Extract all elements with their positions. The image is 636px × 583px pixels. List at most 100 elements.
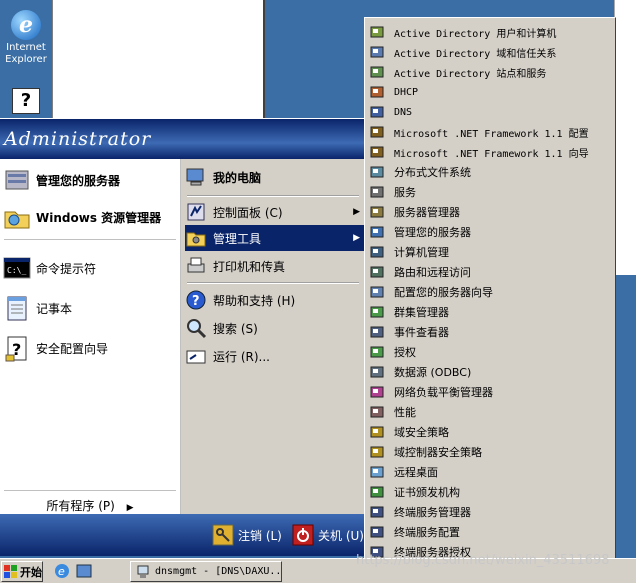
submenu-item-label: 数据源 (ODBC) xyxy=(394,366,472,379)
submenu-item-label: 远程桌面 xyxy=(394,466,438,479)
ie-quicklaunch-icon[interactable]: e xyxy=(54,563,70,579)
help-icon: ? xyxy=(186,290,206,310)
taskbar-button-dnsmgmt[interactable]: dnsmgmt - [DNS\DAXU... xyxy=(130,561,282,582)
submenu-item-label: Active Directory 域和信任关系 xyxy=(394,48,557,60)
background-strip xyxy=(614,290,636,560)
submenu-item[interactable]: DNS xyxy=(367,102,613,122)
background-pane xyxy=(614,0,636,275)
submenu-item-label: 计算机管理 xyxy=(394,246,449,259)
security-wizard-icon: ? xyxy=(5,336,27,362)
separator xyxy=(4,490,176,491)
start-item-explorer[interactable]: Windows 资源管理器 xyxy=(0,199,180,235)
start-item-cmd[interactable]: C:\_ 命令提示符 xyxy=(0,250,180,286)
start-item-my-computer[interactable]: 我的电脑 xyxy=(185,161,364,193)
submenu-item[interactable]: 数据源 (ODBC) xyxy=(367,362,613,382)
help-icon: ? xyxy=(12,88,40,114)
net-wizard-icon xyxy=(370,146,384,158)
dns-icon xyxy=(137,565,149,578)
ie-icon: e xyxy=(11,10,41,40)
submenu-item[interactable]: 远程桌面 xyxy=(367,462,613,482)
submenu-item[interactable]: 域控制器安全策略 xyxy=(367,442,613,462)
desktop-quicklaunch-icon[interactable] xyxy=(76,563,92,579)
submenu-item-label: 终端服务配置 xyxy=(394,526,460,539)
start-item-run[interactable]: 运行 (R)... xyxy=(185,343,364,369)
submenu-item-label: Microsoft .NET Framework 1.1 配置 xyxy=(394,128,589,140)
event-viewer-icon xyxy=(370,326,384,338)
admin-tools-icon xyxy=(186,232,206,247)
submenu-item[interactable]: Microsoft .NET Framework 1.1 向导 xyxy=(367,142,613,162)
submenu-item[interactable]: 域安全策略 xyxy=(367,422,613,442)
shutdown-button[interactable]: 关机 (U) xyxy=(292,520,364,550)
start-item-control-panel[interactable]: 控制面板 (C) ▶ xyxy=(185,199,364,225)
submenu-item[interactable]: 性能 xyxy=(367,402,613,422)
submenu-item[interactable]: 网络负载平衡管理器 xyxy=(367,382,613,402)
svg-text:?: ? xyxy=(192,294,200,309)
admin-tools-submenu: Active Directory 用户和计算机 Active Directory … xyxy=(364,17,616,583)
start-button[interactable]: 开始 xyxy=(1,561,43,582)
separator xyxy=(187,282,359,284)
submenu-item[interactable]: 服务 xyxy=(367,182,613,202)
submenu-item[interactable]: Active Directory 用户和计算机 xyxy=(367,22,613,42)
start-menu-footer: 注销 (L) 关机 (U) xyxy=(0,514,364,556)
submenu-item[interactable]: 证书颁发机构 xyxy=(367,482,613,502)
submenu-item-label: 证书颁发机构 xyxy=(394,486,460,499)
separator xyxy=(4,239,176,240)
start-item-security-wizard[interactable]: ? 安全配置向导 xyxy=(0,330,180,366)
start-item-label: 管理工具 xyxy=(213,231,262,246)
desktop-icon-internet-explorer[interactable]: e Internet Explorer xyxy=(0,4,52,66)
submenu-item[interactable]: 终端服务管理器 xyxy=(367,502,613,522)
submenu-item[interactable]: 配置您的服务器向导 xyxy=(367,282,613,302)
domain-security-icon xyxy=(370,426,384,438)
start-item-label: Windows 资源管理器 xyxy=(36,210,162,225)
arrow-right-icon: ▶ xyxy=(353,233,360,243)
start-item-label: 控制面板 (C) xyxy=(213,205,283,220)
manage-server-icon xyxy=(370,226,384,238)
logoff-button[interactable]: 注销 (L) xyxy=(212,520,282,550)
submenu-item[interactable]: 事件查看器 xyxy=(367,322,613,342)
submenu-item-label: Active Directory 用户和计算机 xyxy=(394,28,557,40)
submenu-item[interactable]: 服务器管理器 xyxy=(367,202,613,222)
background-window xyxy=(52,0,265,120)
power-icon xyxy=(292,524,314,546)
submenu-item[interactable]: Microsoft .NET Framework 1.1 配置 xyxy=(367,122,613,142)
submenu-item-label: 性能 xyxy=(394,406,416,419)
dhcp-icon xyxy=(370,86,384,98)
submenu-item[interactable]: 计算机管理 xyxy=(367,242,613,262)
submenu-item-label: DHCP xyxy=(394,86,419,98)
submenu-item-label: 服务 xyxy=(394,186,416,199)
submenu-item-label: Microsoft .NET Framework 1.1 向导 xyxy=(394,148,589,160)
submenu-item[interactable]: DHCP xyxy=(367,82,613,102)
desktop-icon-help[interactable]: ? xyxy=(0,86,52,116)
start-item-admin-tools[interactable]: 管理工具 ▶ xyxy=(185,225,364,251)
submenu-item[interactable]: 授权 xyxy=(367,342,613,362)
submenu-item[interactable]: Active Directory 域和信任关系 xyxy=(367,42,613,62)
submenu-item[interactable]: 终端服务配置 xyxy=(367,522,613,542)
start-item-help[interactable]: ? 帮助和支持 (H) xyxy=(185,287,364,313)
svg-text:C:\_: C:\_ xyxy=(7,266,26,275)
start-menu: Administrator 管理您的服务器 Windows 资源管理器 C:\_ xyxy=(0,118,365,556)
submenu-item-label: 配置您的服务器向导 xyxy=(394,286,493,299)
start-item-label: 命令提示符 xyxy=(36,261,97,276)
performance-icon xyxy=(370,406,384,418)
windows-logo-icon xyxy=(4,564,17,578)
ad-domains-icon xyxy=(370,46,384,58)
submenu-item[interactable]: 管理您的服务器 xyxy=(367,222,613,242)
start-item-search[interactable]: 搜索 (S) xyxy=(185,315,364,341)
submenu-item[interactable]: 路由和远程访问 xyxy=(367,262,613,282)
arrow-right-icon: ▶ xyxy=(126,503,134,513)
start-item-notepad[interactable]: 记事本 xyxy=(0,290,180,326)
cluster-icon xyxy=(370,306,384,318)
start-item-label: 管理您的服务器 xyxy=(36,173,121,188)
start-menu-pinned: 管理您的服务器 Windows 资源管理器 C:\_ 命令提示符 记事本 ? 安… xyxy=(0,159,181,514)
start-item-manage-server[interactable]: 管理您的服务器 xyxy=(0,162,180,198)
explorer-icon xyxy=(4,211,30,229)
start-item-printers[interactable]: 打印机和传真 xyxy=(185,253,364,279)
certificate-icon xyxy=(370,486,384,498)
svg-text:e: e xyxy=(58,565,65,578)
run-icon xyxy=(186,350,206,364)
dfs-icon xyxy=(370,166,384,178)
submenu-item[interactable]: Active Directory 站点和服务 xyxy=(367,62,613,82)
submenu-item[interactable]: 群集管理器 xyxy=(367,302,613,322)
submenu-item[interactable]: 分布式文件系统 xyxy=(367,162,613,182)
submenu-item-label: 群集管理器 xyxy=(394,306,449,319)
